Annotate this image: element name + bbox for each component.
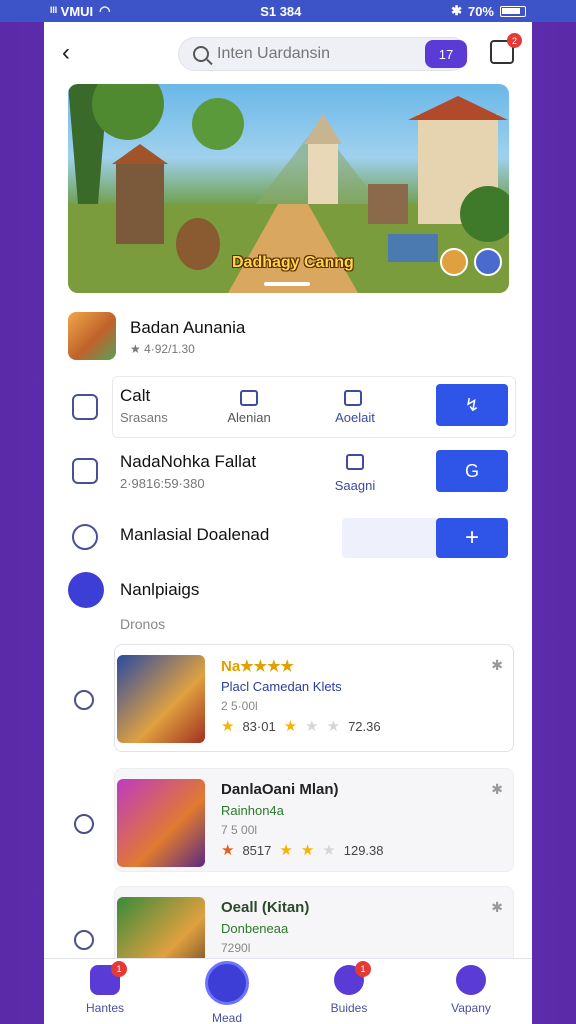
download-icon[interactable] xyxy=(68,572,104,608)
back-button[interactable]: ‹ xyxy=(62,40,88,66)
cloud-icon xyxy=(456,965,486,995)
app-name: Badan Aunania xyxy=(130,318,246,337)
game-card[interactable]: Na★★★★ Placl Camedan Klets 2 5·00l ★ 83·… xyxy=(114,644,514,752)
star-icon: ★ xyxy=(322,842,336,859)
game-title: Na★★★★ xyxy=(221,658,294,675)
hero-avatar[interactable] xyxy=(474,248,502,276)
folder-icon xyxy=(240,390,258,406)
game-thumbnail xyxy=(117,655,205,743)
add-button[interactable]: + xyxy=(436,518,508,558)
search-filter-badge[interactable]: 17 xyxy=(425,40,467,68)
search-icon[interactable] xyxy=(74,814,94,834)
row-title: Calt xyxy=(120,386,151,405)
game-subtitle: Placl Camedan Klets xyxy=(221,679,342,694)
nav-badge: 1 xyxy=(355,961,371,977)
game-card[interactable]: DanlaOani Mlan) Rainhon4a 7 5 00l ★ 8517… xyxy=(114,768,514,872)
download-count: 72.36 xyxy=(348,718,381,734)
nav-home[interactable]: 1 Hantes xyxy=(55,959,155,1024)
bluetooth-icon: ✱ xyxy=(451,3,462,18)
list-icon xyxy=(344,390,362,406)
star-icon: ★ xyxy=(300,842,315,859)
heart-icon xyxy=(205,961,249,1005)
game-meta: 7290l xyxy=(221,941,251,955)
nav-feed[interactable]: Mead xyxy=(177,959,277,1024)
gift-icon xyxy=(72,458,98,484)
action-button[interactable]: ↯ xyxy=(436,384,508,426)
wifi-icon: ◠ xyxy=(99,3,111,18)
section-subtitle: Dronos xyxy=(120,616,166,632)
action-button[interactable]: G xyxy=(436,450,508,492)
game-meta: 2 5·00l xyxy=(221,699,258,713)
clock: S1 384 xyxy=(260,3,302,19)
col-label[interactable]: Aoelait xyxy=(318,410,392,425)
battery-icon xyxy=(500,5,526,17)
action-row: Calt Srasans Alenian Aoelait ↯ xyxy=(62,376,516,438)
record-icon[interactable] xyxy=(74,930,94,950)
carrier-text: ᴵᴵᴵ VMUI xyxy=(50,3,94,19)
status-bar: ᴵᴵᴵ VMUI ◠ S1 384 ✱ 70% xyxy=(0,0,576,22)
col-label[interactable]: Saagni xyxy=(318,478,392,493)
nav-label: Buides xyxy=(330,1001,368,1015)
game-card[interactable]: Oeall (Kitan) Donbeneaa 7290l ✱ xyxy=(114,886,514,985)
star-icon: ★ xyxy=(279,842,293,859)
action-row: NadaNohka Fallat 2·9816:59·380 Saagni G xyxy=(62,446,516,508)
row-subtitle: Srasans xyxy=(120,410,168,425)
game-subtitle: Donbeneaa xyxy=(221,921,289,936)
app-rating: ★ 4·92/1.30 xyxy=(130,342,195,356)
input-slot[interactable] xyxy=(342,518,436,558)
notification-badge: 2 xyxy=(507,33,522,48)
bottom-navigation: 1 Hantes Mead 1 Buides Vapany xyxy=(44,958,532,1024)
check-circle-icon[interactable] xyxy=(74,690,94,710)
game-thumbnail xyxy=(117,779,205,867)
hero-title: Dadhagy Canng xyxy=(232,254,354,271)
app-screen: ‹ 17 2 Dadhag xyxy=(44,22,532,1024)
download-count: 129.38 xyxy=(343,842,384,858)
nav-label: Vapany xyxy=(451,1001,491,1015)
game-title: DanlaOani Mlan) xyxy=(221,781,339,798)
top-bar: ‹ 17 2 xyxy=(44,22,532,84)
battery-percent: 70% xyxy=(467,3,494,19)
hero-avatar[interactable] xyxy=(440,248,468,276)
search-icon xyxy=(193,46,209,62)
search-input[interactable] xyxy=(217,45,417,63)
nav-guides[interactable]: 1 Buides xyxy=(299,959,399,1024)
action-row: Manlasial Doalenad + xyxy=(62,516,516,562)
col-label[interactable]: Alenian xyxy=(212,410,286,425)
row-title: Manlasial Doalenad xyxy=(120,525,270,544)
hero-banner[interactable]: Dadhagy Canng xyxy=(68,84,509,293)
search-bar[interactable]: 17 xyxy=(178,37,468,71)
row-title: NadaNohka Fallat xyxy=(120,452,257,471)
star-icon: ★ xyxy=(283,718,298,735)
nav-label: Hantes xyxy=(85,1001,125,1015)
star-icon: ★ xyxy=(221,718,235,735)
game-rating: ★ 8517 ★ ★ ★ 129.38 xyxy=(221,841,384,859)
chevron-left-icon: ‹ xyxy=(62,39,70,66)
more-icon[interactable]: ✱ xyxy=(491,899,503,916)
game-rating: ★ 83·01 ★ ★ ★ 72.36 xyxy=(221,717,381,735)
nav-label: Mead xyxy=(211,1011,243,1024)
app-info: Badan Aunania ★ 4·92/1.30 xyxy=(68,312,508,362)
more-icon[interactable]: ✱ xyxy=(491,781,503,798)
star-icon: ★ xyxy=(326,718,341,735)
record-icon xyxy=(72,524,98,550)
edit-button[interactable]: 2 xyxy=(490,33,522,64)
nav-company[interactable]: Vapany xyxy=(421,959,521,1024)
game-meta: 7 5 00l xyxy=(221,823,258,837)
star-icon: ★ xyxy=(305,718,319,735)
game-title: Oeall (Kitan) xyxy=(221,899,310,916)
section-title: Nanlpiaigs xyxy=(120,580,200,599)
row-subtitle: 2·9816:59·380 xyxy=(120,476,205,491)
app-icon xyxy=(68,312,116,360)
rating-score: 83·01 xyxy=(242,718,276,734)
game-subtitle: Rainhon4a xyxy=(221,803,284,818)
carousel-indicator[interactable] xyxy=(264,282,310,286)
more-icon[interactable]: ✱ xyxy=(491,657,503,674)
rating-score: 8517 xyxy=(242,842,272,858)
inbox-icon xyxy=(346,454,364,470)
star-icon: ★ xyxy=(221,842,235,859)
mailbox-icon xyxy=(72,394,98,420)
nav-badge: 1 xyxy=(111,961,127,977)
section-row: Nanlpiaigs Dronos xyxy=(62,572,516,642)
